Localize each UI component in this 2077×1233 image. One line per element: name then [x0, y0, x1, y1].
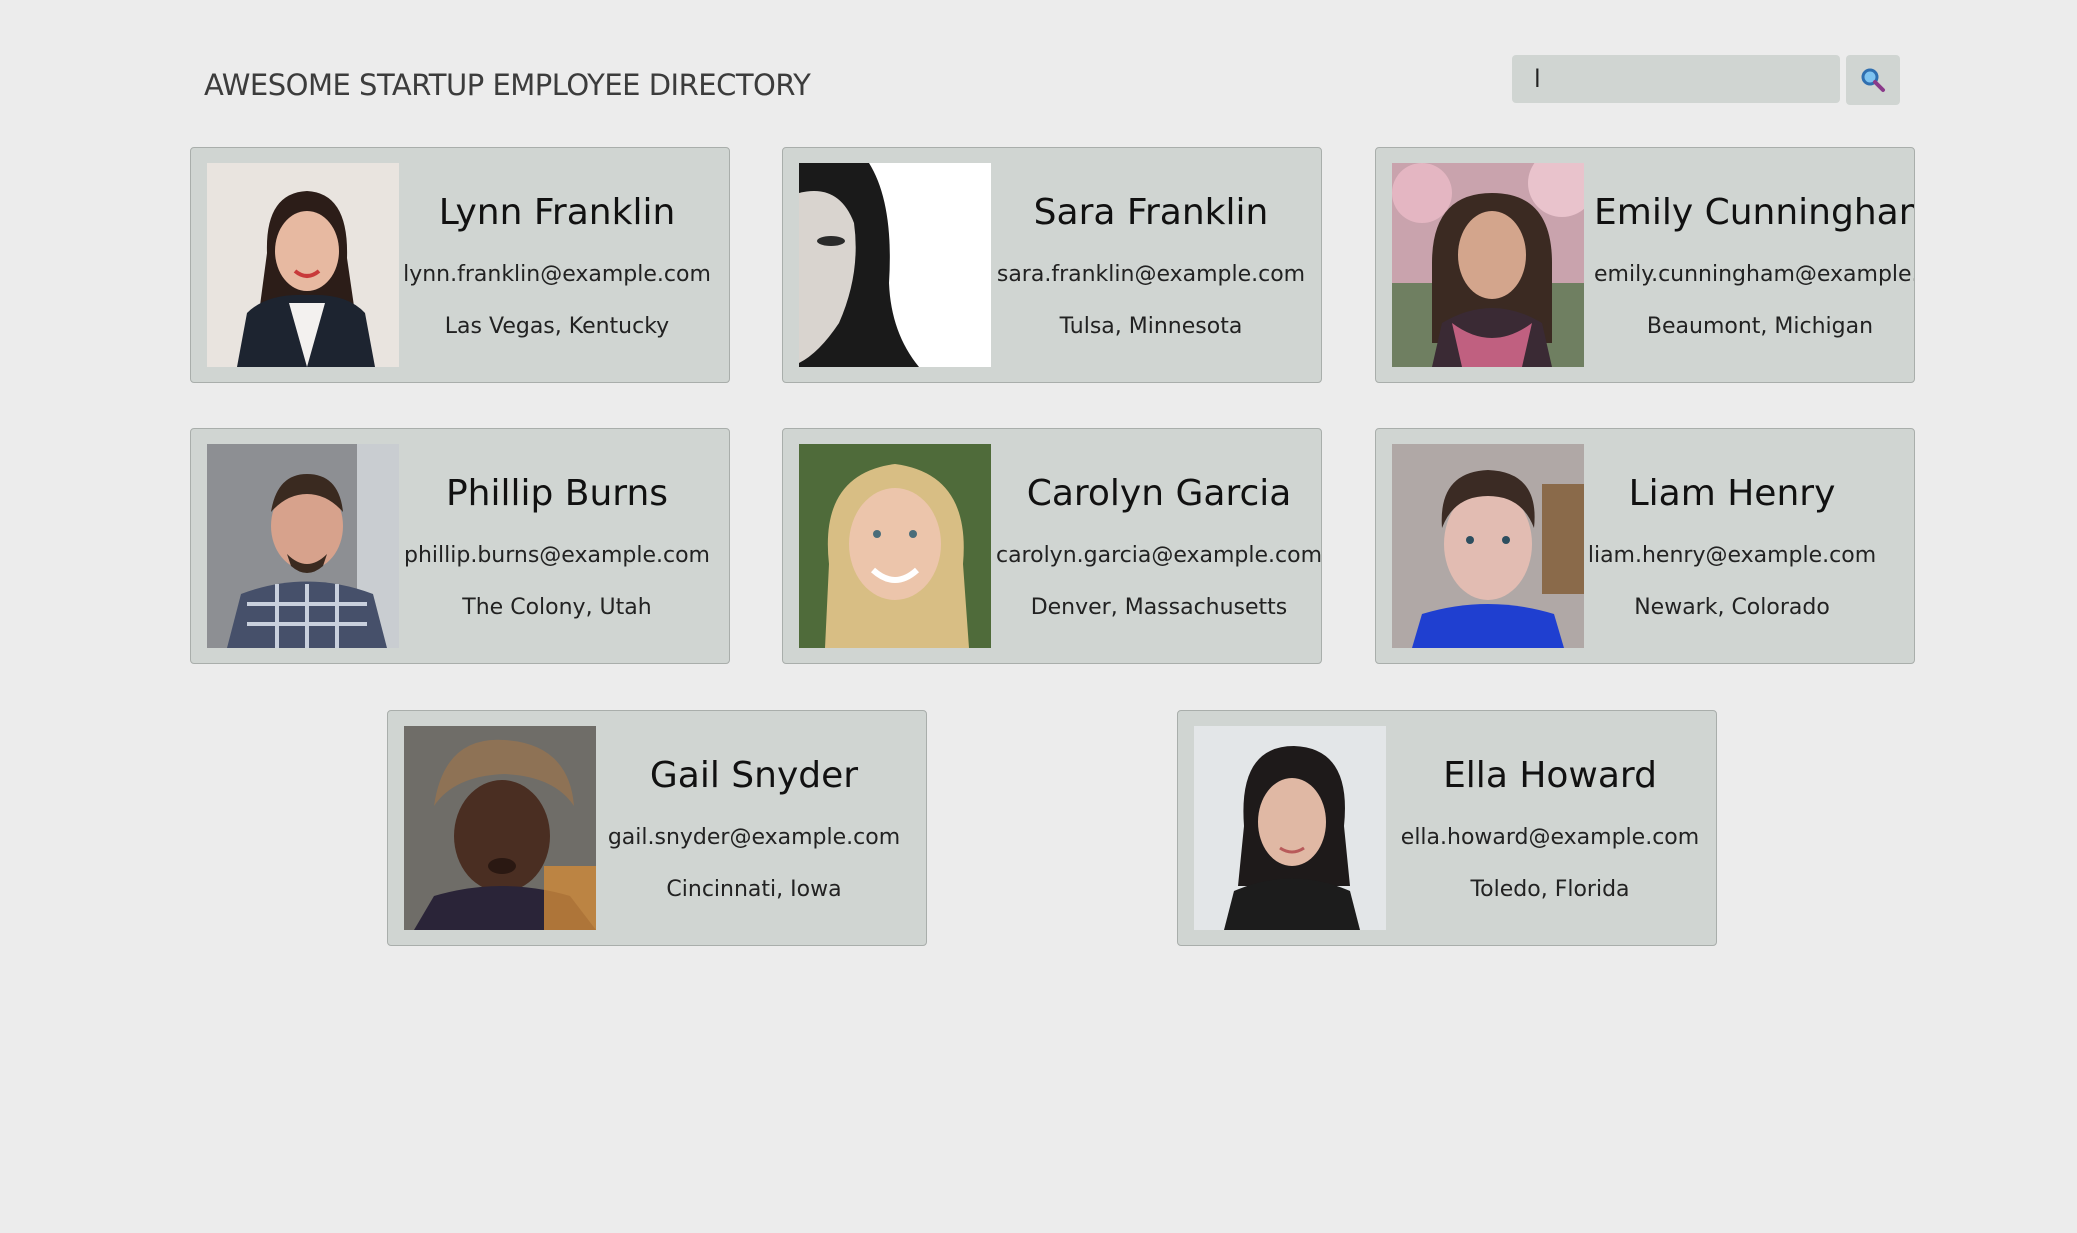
employee-card[interactable]: Emily Cunningham emily.cunningham@exampl…	[1375, 147, 1915, 383]
employee-name: Emily Cunningham	[1594, 192, 1915, 233]
employee-card[interactable]: Carolyn Garcia carolyn.garcia@example.co…	[782, 428, 1322, 664]
employee-info: Lynn Franklin lynn.franklin@example.com …	[399, 148, 729, 382]
employee-info: Sara Franklin sara.franklin@example.com …	[991, 148, 1321, 382]
employee-name: Lynn Franklin	[438, 192, 676, 233]
employee-location: Denver, Massachusetts	[1030, 595, 1288, 620]
employee-card[interactable]: Sara Franklin sara.franklin@example.com …	[782, 147, 1322, 383]
avatar	[1392, 163, 1584, 367]
employee-name: Liam Henry	[1628, 473, 1836, 514]
employee-info: Phillip Burns phillip.burns@example.com …	[399, 429, 729, 663]
employee-location: Toledo, Florida	[1470, 877, 1630, 902]
employee-card[interactable]: Lynn Franklin lynn.franklin@example.com …	[190, 147, 730, 383]
employee-email: carolyn.garcia@example.com	[995, 543, 1322, 568]
employee-card[interactable]: Ella Howard ella.howard@example.com Tole…	[1177, 710, 1717, 946]
employee-info: Carolyn Garcia carolyn.garcia@example.co…	[991, 429, 1322, 663]
employee-location: Cincinnati, Iowa	[666, 877, 842, 902]
employee-location: Tulsa, Minnesota	[1059, 314, 1243, 339]
employee-location: Newark, Colorado	[1634, 595, 1830, 620]
avatar	[404, 726, 596, 930]
employee-name: Carolyn Garcia	[1026, 473, 1292, 514]
employee-name: Gail Snyder	[649, 755, 859, 796]
employee-email: emily.cunningham@example.com	[1594, 262, 1914, 287]
employee-name: Phillip Burns	[445, 473, 669, 514]
avatar	[207, 444, 399, 648]
employee-info: Liam Henry liam.henry@example.com Newark…	[1584, 429, 1914, 663]
employee-email: sara.franklin@example.com	[996, 262, 1306, 287]
employee-email: lynn.franklin@example.com	[403, 262, 711, 287]
avatar	[207, 163, 399, 367]
employee-email: phillip.burns@example.com	[404, 543, 710, 568]
employee-card[interactable]: Phillip Burns phillip.burns@example.com …	[190, 428, 730, 664]
employee-name: Ella Howard	[1443, 755, 1657, 796]
employee-email: gail.snyder@example.com	[607, 825, 901, 850]
employee-info: Emily Cunningham emily.cunningham@exampl…	[1584, 148, 1915, 382]
employee-email: liam.henry@example.com	[1587, 543, 1877, 568]
employee-info: Gail Snyder gail.snyder@example.com Cinc…	[596, 711, 926, 945]
employee-grid: Lynn Franklin lynn.franklin@example.com …	[0, 0, 2077, 1233]
employee-card[interactable]: Liam Henry liam.henry@example.com Newark…	[1375, 428, 1915, 664]
avatar	[1194, 726, 1386, 930]
avatar	[799, 444, 991, 648]
employee-location: The Colony, Utah	[462, 595, 652, 620]
employee-info: Ella Howard ella.howard@example.com Tole…	[1386, 711, 1716, 945]
employee-card[interactable]: Gail Snyder gail.snyder@example.com Cinc…	[387, 710, 927, 946]
avatar	[1392, 444, 1584, 648]
employee-name: Sara Franklin	[1033, 192, 1269, 233]
employee-email: ella.howard@example.com	[1400, 825, 1700, 850]
employee-location: Las Vegas, Kentucky	[444, 314, 670, 339]
employee-location: Beaumont, Michigan	[1646, 314, 1874, 339]
avatar	[799, 163, 991, 367]
